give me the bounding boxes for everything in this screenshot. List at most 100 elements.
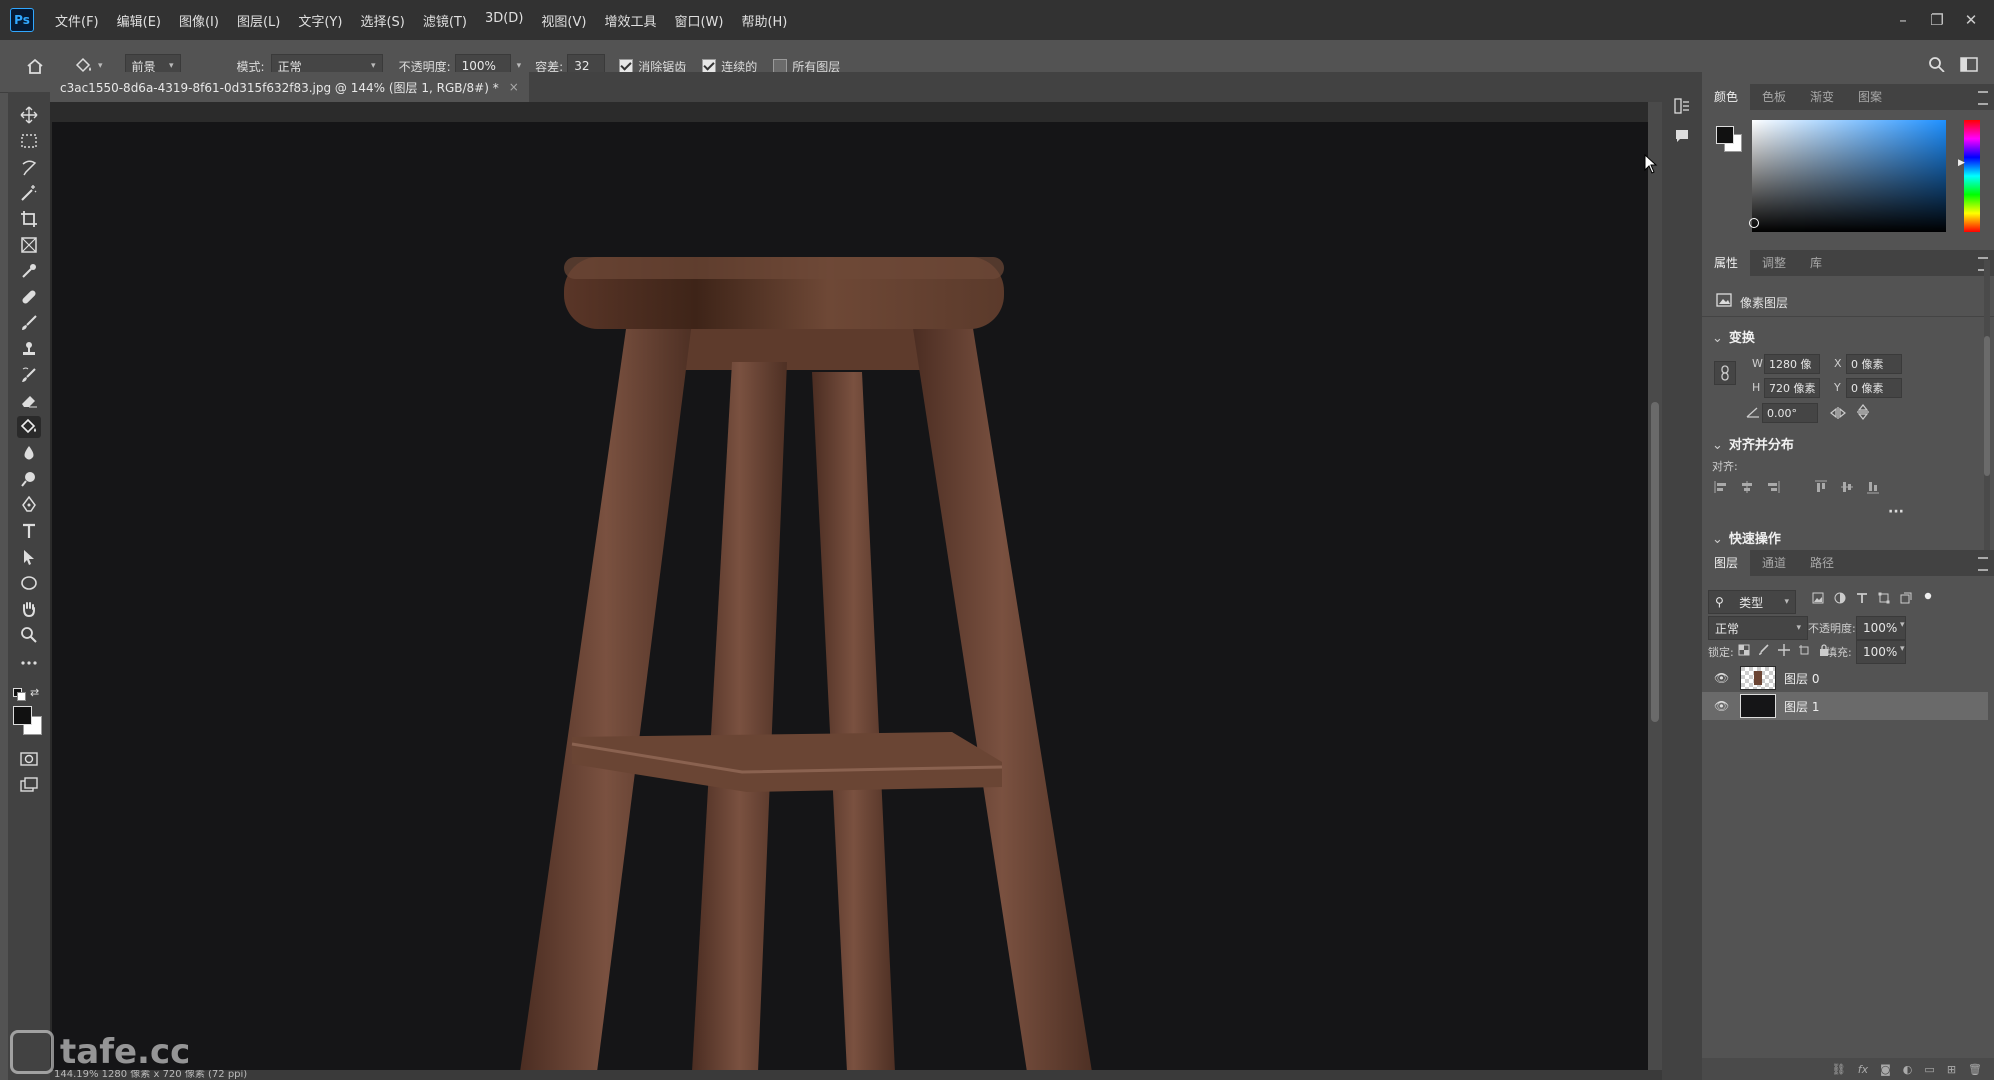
layer-opacity-dropdown-icon[interactable]: ▾: [1900, 620, 1905, 630]
tab-gradients[interactable]: 渐变: [1798, 84, 1846, 110]
path-selection-tool[interactable]: [17, 546, 41, 568]
tab-swatches[interactable]: 色板: [1750, 84, 1798, 110]
eyedropper-tool[interactable]: [17, 260, 41, 282]
align-center-h-icon[interactable]: [1740, 480, 1754, 494]
home-button[interactable]: [26, 51, 44, 81]
filter-pixel-icon[interactable]: [1812, 592, 1824, 604]
eraser-tool[interactable]: [17, 390, 41, 412]
menu-3d[interactable]: 3D(D): [476, 11, 532, 30]
menu-type[interactable]: 文字(Y): [289, 11, 351, 30]
magic-wand-tool[interactable]: [17, 182, 41, 204]
frame-tool[interactable]: [17, 234, 41, 256]
flip-vertical-button[interactable]: [1856, 404, 1870, 424]
angle-field[interactable]: 0.00°: [1762, 403, 1818, 423]
zoom-tool[interactable]: [17, 624, 41, 646]
more-options-button[interactable]: ···: [1888, 504, 1904, 520]
menu-file[interactable]: 文件(F): [46, 11, 108, 30]
color-picker-cursor[interactable]: [1749, 218, 1759, 228]
document-canvas[interactable]: [52, 122, 1648, 1070]
layer-name[interactable]: 图层 0: [1784, 670, 1819, 687]
menu-edit[interactable]: 编辑(E): [108, 11, 170, 30]
x-field[interactable]: 0 像素: [1846, 354, 1902, 374]
add-mask-icon[interactable]: ◙: [1880, 1063, 1891, 1076]
default-colors-icon[interactable]: [13, 688, 26, 701]
ellipse-tool[interactable]: [17, 572, 41, 594]
crop-tool[interactable]: [17, 208, 41, 230]
tab-patterns[interactable]: 图案: [1846, 84, 1894, 110]
filter-toggle-icon[interactable]: [1922, 592, 1934, 604]
history-brush-tool[interactable]: [17, 364, 41, 386]
delete-layer-icon[interactable]: 🗑: [1968, 1063, 1982, 1076]
layer-row[interactable]: 👁 图层 0: [1702, 664, 1988, 692]
fx-icon[interactable]: fx: [1858, 1063, 1868, 1076]
tab-libraries[interactable]: 库: [1798, 250, 1834, 276]
tab-color[interactable]: 颜色: [1702, 84, 1751, 110]
lock-position-icon[interactable]: [1778, 644, 1790, 656]
menu-help[interactable]: 帮助(H): [732, 11, 796, 30]
align-left-icon[interactable]: [1714, 480, 1728, 494]
align-bottom-icon[interactable]: [1866, 480, 1880, 494]
minimize-button[interactable]: –: [1886, 11, 1920, 29]
tab-properties[interactable]: 属性: [1702, 250, 1751, 276]
layer-filter-select[interactable]: ⚲ 类型 ▾: [1708, 590, 1796, 614]
vertical-scrollbar[interactable]: [1648, 102, 1662, 1070]
quick-mask-button[interactable]: [17, 748, 41, 770]
lasso-tool[interactable]: [17, 156, 41, 178]
layer-row[interactable]: 👁 图层 1: [1702, 692, 1988, 720]
color-field[interactable]: [1749, 120, 1946, 232]
restore-button[interactable]: ❐: [1920, 11, 1954, 29]
quick-actions-header[interactable]: 快速操作: [1712, 528, 1781, 547]
tab-channels[interactable]: 通道: [1750, 550, 1798, 576]
menu-filter[interactable]: 滤镜(T): [414, 11, 476, 30]
comments-panel-button[interactable]: [1674, 128, 1690, 148]
lock-artboard-icon[interactable]: [1798, 644, 1810, 656]
y-field[interactable]: 0 像素: [1846, 378, 1902, 398]
panel-foreground-swatch[interactable]: [1716, 126, 1734, 144]
new-group-icon[interactable]: ▭: [1924, 1063, 1934, 1076]
menu-layer[interactable]: 图层(L): [228, 11, 289, 30]
menu-plugins[interactable]: 增效工具: [595, 11, 665, 30]
new-layer-icon[interactable]: ⊞: [1947, 1063, 1956, 1076]
lock-transparent-icon[interactable]: [1738, 644, 1750, 656]
filter-smart-object-icon[interactable]: [1900, 592, 1912, 604]
contiguous-checkbox[interactable]: [702, 59, 717, 73]
fill-dropdown-icon[interactable]: ▾: [1900, 644, 1905, 654]
clone-stamp-tool[interactable]: [17, 338, 41, 360]
tab-layers[interactable]: 图层: [1702, 550, 1751, 576]
blend-mode-select[interactable]: 正常 ▾: [1708, 616, 1808, 640]
panel-menu-icon[interactable]: [1978, 557, 1988, 571]
adjustment-layer-icon[interactable]: ◐: [1903, 1063, 1913, 1076]
transform-section-header[interactable]: 变换: [1712, 327, 1755, 346]
fill-input[interactable]: 100%: [1856, 640, 1906, 664]
foreground-color-swatch[interactable]: [13, 706, 32, 725]
width-field[interactable]: 1280 像素: [1764, 354, 1820, 391]
swap-colors-icon[interactable]: ⇄: [30, 686, 39, 699]
menu-window[interactable]: 窗口(W): [665, 11, 732, 30]
paint-bucket-tool[interactable]: [17, 416, 41, 438]
scrollbar-thumb[interactable]: [1651, 402, 1659, 722]
align-center-v-icon[interactable]: [1840, 480, 1854, 494]
filter-adjustment-icon[interactable]: [1834, 592, 1846, 604]
eye-icon[interactable]: 👁: [1714, 671, 1730, 685]
layer-name[interactable]: 图层 1: [1784, 698, 1819, 715]
antialias-checkbox[interactable]: [619, 59, 634, 73]
align-section-header[interactable]: 对齐并分布: [1712, 434, 1794, 453]
screen-mode-button[interactable]: [17, 774, 41, 796]
menu-select[interactable]: 选择(S): [351, 11, 413, 30]
layer-opacity-input[interactable]: 100%: [1856, 616, 1906, 640]
align-right-icon[interactable]: [1766, 480, 1780, 494]
height-field[interactable]: 720 像素: [1764, 378, 1820, 398]
menu-image[interactable]: 图像(I): [170, 11, 228, 30]
tab-adjustments[interactable]: 调整: [1750, 250, 1798, 276]
filter-type-icon[interactable]: [1856, 592, 1868, 604]
all-layers-checkbox[interactable]: [773, 59, 788, 73]
close-tab-icon[interactable]: ×: [509, 80, 519, 94]
marquee-tool[interactable]: [17, 130, 41, 152]
link-dimensions-button[interactable]: [1714, 361, 1736, 385]
brush-tool[interactable]: [17, 312, 41, 334]
panel-menu-icon[interactable]: [1978, 91, 1988, 105]
healing-brush-tool[interactable]: [17, 286, 41, 308]
hue-slider-handle[interactable]: ▶: [1958, 158, 1965, 168]
history-panel-button[interactable]: [1674, 98, 1690, 118]
align-top-icon[interactable]: [1814, 480, 1828, 494]
